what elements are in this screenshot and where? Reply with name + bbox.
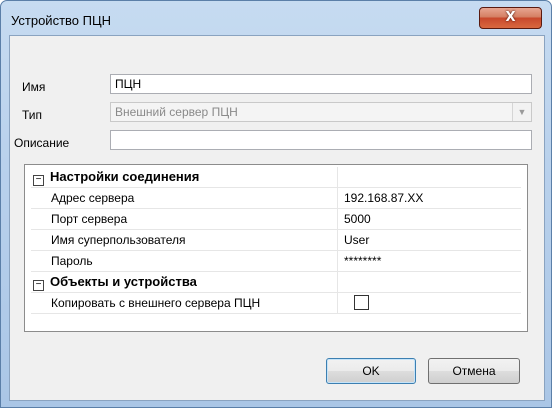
property-name: Порт сервера [51, 212, 128, 226]
category-title: Настройки соединения [50, 169, 200, 184]
dialog-client-area: Имя ПЦН Тип Внешний сервер ПЦН ▼ Описани… [9, 35, 545, 401]
close-button[interactable]: X [479, 7, 542, 29]
property-name: Пароль [51, 254, 93, 268]
property-row[interactable]: Имя суперпользователя User [31, 230, 521, 251]
property-row[interactable]: Пароль ******** [31, 251, 521, 272]
ok-button[interactable]: OK [326, 358, 416, 384]
property-name: Имя суперпользователя [51, 233, 186, 247]
property-row[interactable]: Адрес сервера 192.168.87.XX [31, 188, 521, 209]
chevron-down-icon[interactable]: ▼ [512, 103, 531, 121]
collapse-icon[interactable]: − [33, 175, 44, 186]
type-select-value: Внешний сервер ПЦН [115, 105, 238, 119]
window-title: Устройство ПЦН [11, 13, 111, 28]
category-value-cell [337, 272, 521, 292]
cancel-button[interactable]: Отмена [428, 358, 520, 384]
property-row[interactable]: Порт сервера 5000 [31, 209, 521, 230]
type-select[interactable]: Внешний сервер ПЦН ▼ [110, 102, 532, 122]
property-grid: − Настройки соединения Адрес сервера 192.… [24, 164, 528, 332]
property-value[interactable]: 192.168.87.XX [337, 188, 521, 208]
password-value[interactable]: ******** [337, 251, 521, 271]
property-row[interactable]: Копировать с внешнего сервера ПЦН [31, 293, 521, 314]
type-label: Тип [22, 108, 43, 122]
category-row-connection[interactable]: − Настройки соединения [31, 167, 521, 188]
property-value[interactable]: 5000 [337, 209, 521, 229]
copy-from-server-checkbox[interactable] [354, 295, 369, 311]
title-bar[interactable]: Устройство ПЦН X [1, 1, 551, 35]
close-icon: X [505, 10, 516, 25]
property-value-cell [337, 293, 521, 313]
property-value[interactable]: User [337, 230, 521, 250]
property-name: Адрес сервера [51, 191, 135, 205]
collapse-icon[interactable]: − [33, 280, 44, 291]
category-title: Объекты и устройства [50, 274, 197, 289]
property-grid-body: − Настройки соединения Адрес сервера 192.… [31, 167, 521, 314]
description-field[interactable] [110, 130, 532, 150]
property-name: Копировать с внешнего сервера ПЦН [51, 296, 261, 310]
dialog-window: Устройство ПЦН X Имя ПЦН Тип Внешний сер… [0, 0, 552, 408]
category-value-cell [337, 167, 521, 187]
description-label: Описание [14, 136, 70, 150]
name-label: Имя [22, 80, 46, 94]
name-field[interactable]: ПЦН [110, 74, 532, 94]
category-row-objects[interactable]: − Объекты и устройства [31, 272, 521, 293]
